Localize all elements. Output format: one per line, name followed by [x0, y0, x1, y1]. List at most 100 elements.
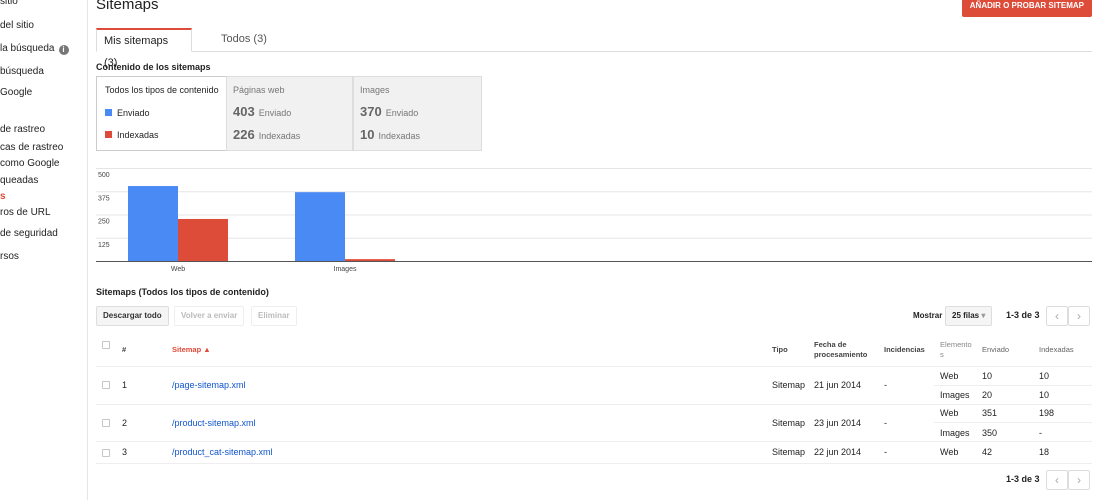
summary-images[interactable]: Images 370 Enviado 10 Indexadas [353, 76, 482, 151]
row-submitted: 20 [982, 390, 993, 400]
sidebar-item-label: sitio [0, 0, 18, 7]
sitemap-link[interactable]: /product_cat-sitemap.xml [172, 447, 273, 457]
sitemap-link[interactable]: /product-sitemap.xml [172, 418, 256, 428]
sidebar-item-label: la búsqueda [0, 43, 55, 54]
sidebar-item-blocked[interactable]: queadas [0, 175, 38, 186]
header-date-line2: procesamiento [814, 350, 868, 359]
header-number: # [122, 345, 127, 354]
header-date[interactable]: Fecha de procesamiento [814, 340, 867, 360]
header-elements-line2: s [940, 350, 944, 359]
header-sitemap[interactable]: Sitemap ▲ [172, 345, 211, 355]
row-date: 22 jun 2014 [814, 447, 862, 457]
summary-heading: Contenido de los sitemaps [96, 62, 211, 72]
add-sitemap-button[interactable]: AÑADIR O PROBAR SITEMAP [961, 0, 1092, 17]
rows-per-page-select[interactable]: 25 filas ▾ [945, 306, 993, 326]
header-indexed: Indexadas [1039, 345, 1074, 354]
sidebar-item-site-2[interactable]: del sitio [0, 20, 34, 31]
pager-range: 1-3 de 3 [1006, 310, 1040, 320]
y-tick-label: 500 [98, 172, 110, 179]
divider [96, 441, 1092, 442]
delete-button[interactable]: Eliminar [251, 306, 297, 326]
legend-indexed-label: Indexadas [117, 130, 159, 140]
row-issues: - [884, 380, 887, 390]
y-tick-label: 125 [98, 242, 110, 249]
sidebar-item-crawl-stats[interactable]: cas de rastreo [0, 142, 63, 153]
summary-all-types-title: Todos los tipos de contenido [105, 85, 219, 95]
tab-all[interactable]: Todos (3) [214, 28, 274, 52]
summary-web-submitted-value: 403 [233, 104, 255, 119]
next-page-button[interactable]: › [1068, 306, 1090, 326]
row-issues: - [884, 447, 887, 457]
summary-web-title: Páginas web [233, 85, 285, 95]
download-all-button[interactable]: Descargar todo [96, 306, 169, 326]
summary-web[interactable]: Páginas web 403 Enviado 226 Indexadas [226, 76, 353, 151]
sidebar-item-sitemaps[interactable]: s [0, 191, 6, 202]
bar [345, 259, 395, 261]
row-indexed: 18 [1039, 447, 1050, 457]
header-type[interactable]: Tipo [772, 345, 788, 355]
sidebar-item-security[interactable]: de seguridad [0, 228, 58, 239]
row-indexed: 198 [1039, 408, 1055, 418]
row-element: Web [940, 447, 959, 457]
sidebar-item-search-2[interactable]: búsqueda [0, 66, 44, 77]
sidebar-item-crawl-errors[interactable]: de rastreo [0, 124, 45, 135]
divider [934, 422, 1092, 423]
bar [178, 218, 228, 261]
summary-web-indexed: 226 Indexadas [233, 127, 300, 142]
sitemap-link[interactable]: /page-sitemap.xml [172, 380, 246, 390]
tab-my-sitemaps[interactable]: Mis sitemaps (3) [96, 28, 192, 69]
sidebar: sitio del sitio la búsqueda i búsqueda Go… [0, 0, 88, 500]
chevron-down-icon: ▾ [981, 311, 986, 320]
sidebar-item-label: cas de rastreo [0, 142, 64, 153]
summary-images-indexed-value: 10 [360, 127, 375, 142]
summary-images-indexed-label: Indexadas [378, 131, 421, 141]
row-element: Images [940, 428, 970, 438]
sidebar-item-label: de seguridad [0, 228, 58, 239]
row-indexed: - [1039, 428, 1042, 438]
prev-page-button-bottom[interactable]: ‹ [1046, 470, 1068, 490]
sidebar-item-fetch-as-google[interactable]: como Google [0, 158, 59, 169]
header-date-line1: Fecha de [814, 340, 847, 349]
legend-indexed: Indexadas [105, 130, 159, 140]
row-date: 23 jun 2014 [814, 418, 862, 428]
sidebar-item-search[interactable]: la búsqueda i [0, 43, 69, 55]
pager-range-bottom: 1-3 de 3 [1006, 474, 1040, 484]
row-indexed: 10 [1039, 390, 1050, 400]
row-date: 21 jun 2014 [814, 380, 862, 390]
row-type: Sitemap [772, 418, 806, 428]
row-type: Sitemap [772, 447, 806, 457]
divider [96, 404, 1092, 405]
summary-images-submitted: 370 Enviado [360, 104, 418, 119]
summary-images-submitted-label: Enviado [385, 108, 419, 118]
prev-page-button[interactable]: ‹ [1046, 306, 1068, 326]
row-indexed: 10 [1039, 371, 1050, 381]
summary-images-submitted-value: 370 [360, 104, 382, 119]
next-page-button-bottom[interactable]: › [1068, 470, 1090, 490]
divider [96, 463, 1092, 464]
table-heading: Sitemaps (Todos los tipos de contenido) [96, 287, 269, 297]
sidebar-item-label: como Google [0, 158, 60, 169]
select-all-checkbox[interactable] [102, 341, 110, 349]
row-checkbox[interactable] [102, 449, 110, 457]
sidebar-item-resources[interactable]: rsos [0, 251, 19, 262]
bar [128, 186, 178, 261]
row-number: 1 [122, 380, 128, 390]
row-type: Sitemap [772, 380, 806, 390]
sidebar-item-url-params[interactable]: ros de URL [0, 207, 51, 218]
page-title: Sitemaps [96, 0, 159, 13]
legend-submitted: Enviado [105, 108, 150, 118]
sidebar-item-google[interactable]: Google [0, 87, 32, 98]
x-tick-label: Images [334, 266, 357, 273]
row-submitted: 42 [982, 447, 993, 457]
row-checkbox[interactable] [102, 419, 110, 427]
y-tick-label: 250 [98, 219, 110, 226]
summary-web-submitted-label: Enviado [258, 108, 292, 118]
sidebar-item-site[interactable]: sitio [0, 0, 18, 7]
header-issues[interactable]: Incidencias [884, 345, 925, 355]
row-checkbox[interactable] [102, 381, 110, 389]
row-element: Web [940, 408, 959, 418]
info-icon[interactable]: i [58, 45, 69, 55]
resubmit-button[interactable]: Volver a enviar [174, 306, 245, 326]
summary-all-types[interactable]: Todos los tipos de contenido Enviado Ind… [96, 76, 226, 151]
submitted-swatch [105, 109, 112, 116]
